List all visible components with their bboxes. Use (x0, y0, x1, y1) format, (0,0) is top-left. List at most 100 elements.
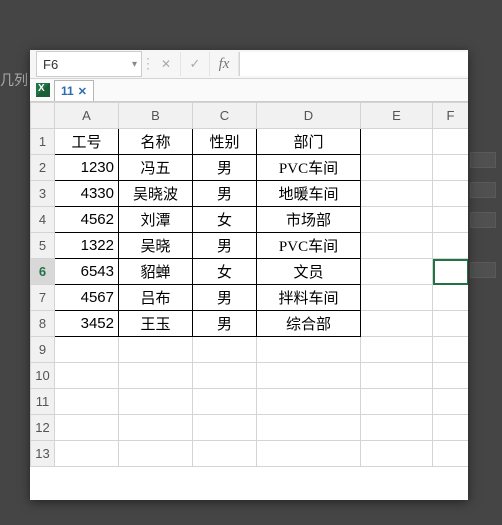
cell[interactable] (193, 415, 257, 441)
cell[interactable]: 4562 (55, 207, 119, 233)
cell[interactable] (257, 415, 361, 441)
row-header[interactable]: 10 (31, 363, 55, 389)
cell[interactable] (193, 363, 257, 389)
col-header-B[interactable]: B (119, 103, 193, 129)
cell[interactable]: 性别 (193, 129, 257, 155)
cell[interactable] (433, 337, 469, 363)
cell[interactable]: 男 (193, 233, 257, 259)
row-header[interactable]: 1 (31, 129, 55, 155)
cell[interactable] (361, 233, 433, 259)
cell[interactable]: 1230 (55, 155, 119, 181)
cell[interactable] (361, 441, 433, 467)
cell[interactable] (361, 129, 433, 155)
grid-area[interactable]: A B C D E F 1工号名称性别部门21230冯五男PVC车间34330吴… (30, 102, 468, 500)
spreadsheet-grid[interactable]: A B C D E F 1工号名称性别部门21230冯五男PVC车间34330吴… (30, 102, 468, 467)
row-header[interactable]: 4 (31, 207, 55, 233)
row-header[interactable]: 9 (31, 337, 55, 363)
cancel-button[interactable] (152, 52, 181, 76)
cell[interactable]: PVC车间 (257, 155, 361, 181)
cell[interactable] (361, 259, 433, 285)
confirm-button[interactable] (181, 52, 210, 76)
cell[interactable] (361, 311, 433, 337)
cell[interactable] (55, 337, 119, 363)
cell[interactable] (361, 389, 433, 415)
cell[interactable]: 文员 (257, 259, 361, 285)
sheet-tab[interactable]: 11 ✕ (54, 80, 94, 101)
cell[interactable] (433, 129, 469, 155)
cell[interactable] (433, 441, 469, 467)
cell[interactable]: 4567 (55, 285, 119, 311)
cell[interactable]: 名称 (119, 129, 193, 155)
cell[interactable]: 女 (193, 207, 257, 233)
cell[interactable]: 刘潭 (119, 207, 193, 233)
cell[interactable]: 男 (193, 285, 257, 311)
cell[interactable] (433, 415, 469, 441)
cell[interactable] (119, 441, 193, 467)
cell[interactable] (193, 389, 257, 415)
cell[interactable] (55, 389, 119, 415)
row-header[interactable]: 7 (31, 285, 55, 311)
cell[interactable]: 冯五 (119, 155, 193, 181)
cell[interactable] (433, 285, 469, 311)
cell[interactable]: 吕布 (119, 285, 193, 311)
cell[interactable] (433, 259, 469, 285)
cell[interactable] (433, 363, 469, 389)
cell[interactable]: 男 (193, 181, 257, 207)
cell[interactable]: 吴晓波 (119, 181, 193, 207)
cell[interactable] (433, 181, 469, 207)
row-header[interactable]: 6 (31, 259, 55, 285)
cell[interactable]: 男 (193, 311, 257, 337)
cell[interactable] (257, 441, 361, 467)
cell[interactable]: 市场部 (257, 207, 361, 233)
row-header[interactable]: 5 (31, 233, 55, 259)
cell[interactable] (433, 207, 469, 233)
cell[interactable]: PVC车间 (257, 233, 361, 259)
cell[interactable] (257, 363, 361, 389)
row-header[interactable]: 13 (31, 441, 55, 467)
cell[interactable] (257, 337, 361, 363)
cell[interactable]: 女 (193, 259, 257, 285)
cell[interactable]: 拌料车间 (257, 285, 361, 311)
cell[interactable]: 吴晓 (119, 233, 193, 259)
cell[interactable] (433, 155, 469, 181)
cell[interactable] (433, 389, 469, 415)
cell[interactable] (119, 363, 193, 389)
cell[interactable] (433, 233, 469, 259)
cell[interactable] (361, 181, 433, 207)
cell[interactable] (55, 363, 119, 389)
select-all-corner[interactable] (31, 103, 55, 129)
cell[interactable]: 3452 (55, 311, 119, 337)
cell[interactable]: 综合部 (257, 311, 361, 337)
col-header-D[interactable]: D (257, 103, 361, 129)
name-box-dropdown-icon[interactable]: ▾ (132, 59, 137, 70)
formula-input[interactable] (239, 52, 468, 76)
cell[interactable] (193, 441, 257, 467)
cell[interactable] (119, 389, 193, 415)
cell[interactable]: 部门 (257, 129, 361, 155)
cell[interactable] (433, 311, 469, 337)
col-header-C[interactable]: C (193, 103, 257, 129)
cell[interactable] (119, 415, 193, 441)
cell[interactable]: 男 (193, 155, 257, 181)
cell[interactable] (193, 337, 257, 363)
row-header[interactable]: 2 (31, 155, 55, 181)
row-header[interactable]: 11 (31, 389, 55, 415)
cell[interactable] (55, 441, 119, 467)
fx-button[interactable]: fx (210, 52, 239, 76)
cell[interactable] (361, 415, 433, 441)
cell[interactable] (55, 415, 119, 441)
cell[interactable]: 6543 (55, 259, 119, 285)
close-sheet-icon[interactable]: ✕ (78, 85, 87, 98)
cell[interactable]: 4330 (55, 181, 119, 207)
cell[interactable]: 工号 (55, 129, 119, 155)
cell[interactable] (361, 207, 433, 233)
cell[interactable]: 王玉 (119, 311, 193, 337)
row-header[interactable]: 12 (31, 415, 55, 441)
cell[interactable] (361, 337, 433, 363)
name-box[interactable]: F6 ▾ (36, 51, 142, 77)
cell[interactable]: 地暖车间 (257, 181, 361, 207)
col-header-A[interactable]: A (55, 103, 119, 129)
col-header-F[interactable]: F (433, 103, 469, 129)
col-header-E[interactable]: E (361, 103, 433, 129)
cell[interactable] (119, 337, 193, 363)
